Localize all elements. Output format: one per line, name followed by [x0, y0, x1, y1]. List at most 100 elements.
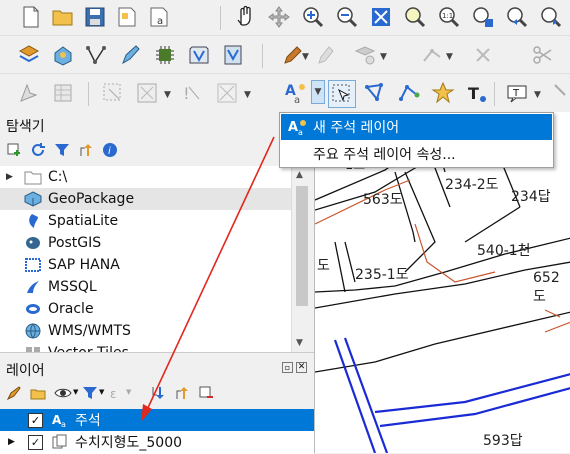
browser-item-folder[interactable]: ▶ C:\	[0, 166, 292, 188]
pan-to-selection-icon[interactable]	[266, 4, 292, 30]
checkbox[interactable]: ✓	[28, 412, 43, 428]
zoom-full-icon[interactable]	[368, 4, 394, 30]
zoom-in-icon[interactable]	[300, 4, 326, 30]
layers-toolbar: ▼ ▼ ε ▼	[0, 381, 314, 407]
zoom-to-layer-icon[interactable]: 1:1	[436, 4, 462, 30]
identify-icon[interactable]	[16, 80, 42, 106]
text-add-icon[interactable]: T	[464, 80, 490, 106]
line-annotation-icon[interactable]	[396, 80, 422, 106]
svg-text:ε: ε	[110, 387, 117, 401]
expand-arrow-icon[interactable]: ▶	[8, 437, 20, 447]
float-panel-icon[interactable]: ▫	[282, 362, 293, 373]
layer-label: 수치지형도_5000	[75, 435, 183, 451]
toolbar-separator	[494, 82, 495, 106]
scroll-up-arrow[interactable]: ▲	[296, 170, 303, 180]
browser-item-label: GeoPackage	[48, 191, 135, 207]
zoom-to-selection-icon[interactable]	[402, 4, 428, 30]
chevron-down-icon[interactable]: ▼	[99, 388, 104, 396]
scroll-thumb[interactable]	[296, 186, 308, 306]
select-by-value-icon[interactable]	[134, 80, 160, 106]
chevron-down-icon[interactable]: ▼	[446, 52, 453, 62]
browser-item-geopackage[interactable]: GeoPackage	[0, 188, 292, 210]
zoom-out-icon[interactable]	[334, 4, 360, 30]
close-icon[interactable]: ✕	[296, 362, 307, 373]
browser-item-mssql[interactable]: MSSQL	[0, 276, 292, 298]
browser-item-label: WMS/WMTS	[48, 323, 131, 339]
layer-style-icon[interactable]	[16, 42, 42, 68]
browser-item-postgis[interactable]: PostGIS	[0, 232, 292, 254]
collapse-all-icon[interactable]	[78, 142, 94, 158]
toolbar-separator	[262, 44, 263, 68]
marker-annotation-icon[interactable]	[430, 80, 456, 106]
road-line-blue	[379, 387, 570, 428]
chevron-down-icon[interactable]: ▼	[244, 90, 251, 100]
map-label: 652도	[533, 270, 560, 305]
expand-arrow-icon[interactable]: ▶	[6, 172, 20, 182]
layer-row-topo-map[interactable]: ▶ ✓ 수치지형도_5000	[0, 431, 314, 453]
browser-item-label: SAP HANA	[48, 257, 120, 273]
collapse-all-icon[interactable]	[174, 385, 190, 401]
chevron-down-icon[interactable]: ▼	[73, 388, 78, 396]
browser-item-vector-tiles[interactable]: Vector Tiles	[0, 342, 292, 352]
deselect-icon[interactable]: ǃ	[180, 80, 206, 106]
chevron-down-icon[interactable]: ▼	[534, 90, 541, 100]
digitize-icon[interactable]	[50, 42, 76, 68]
annotation-layer-icon: Aa	[287, 118, 307, 137]
expression-filter-icon[interactable]: ε	[108, 385, 124, 401]
vertex-tool-icon[interactable]	[84, 42, 110, 68]
filter-legend-icon[interactable]	[82, 385, 98, 401]
browser-item-sap-hana[interactable]: SAP HANA	[0, 254, 292, 276]
svg-text:ǃ: ǃ	[184, 84, 189, 103]
text-box-icon[interactable]: T	[504, 80, 530, 106]
polygon-annotation-icon[interactable]	[362, 80, 388, 106]
filter-icon[interactable]	[54, 142, 70, 158]
layer-row-annotation[interactable]: ✓ Aa 주석	[0, 409, 314, 431]
browser-scrollbar[interactable]: ▲ ▼	[291, 166, 314, 352]
vertex-edit-icon[interactable]	[420, 42, 446, 68]
chevron-down-icon[interactable]: ▼	[302, 52, 309, 62]
save-project-icon[interactable]	[82, 4, 108, 30]
select-features-icon[interactable]	[100, 80, 126, 106]
menu-item-main-annotation-props[interactable]: 주요 주석 레이어 속성...	[281, 141, 552, 167]
zoom-native-icon[interactable]	[470, 4, 496, 30]
browser-item-wms[interactable]: WMS/WMTS	[0, 320, 292, 342]
style-manager-icon[interactable]	[186, 42, 212, 68]
edit-pen-icon[interactable]	[118, 42, 144, 68]
layout-manager-icon[interactable]: a	[146, 4, 172, 30]
add-feature-icon[interactable]	[352, 42, 378, 68]
new-project-icon[interactable]	[18, 4, 44, 30]
open-project-icon[interactable]	[50, 4, 76, 30]
refresh-icon[interactable]	[30, 142, 46, 158]
add-selected-icon[interactable]	[6, 142, 22, 158]
layer-style-panel-icon[interactable]	[6, 385, 22, 401]
browser-item-spatialite[interactable]: SpatiaLite	[0, 210, 292, 232]
info-icon[interactable]: i	[102, 142, 118, 158]
save-edits-icon[interactable]	[312, 42, 338, 68]
chevron-down-icon[interactable]: ▼	[380, 52, 387, 62]
current-edits-icon[interactable]	[220, 42, 246, 68]
expand-all-icon[interactable]	[150, 385, 166, 401]
browser-item-oracle[interactable]: Oracle	[0, 298, 292, 320]
pan-icon[interactable]	[232, 4, 258, 30]
delete-icon[interactable]	[470, 42, 496, 68]
annotation-text-icon[interactable]: Aa	[282, 80, 308, 106]
scroll-down-arrow[interactable]: ▼	[296, 338, 303, 348]
chevron-down-icon[interactable]: ▼	[164, 90, 171, 100]
attribute-table-icon[interactable]	[50, 80, 76, 106]
chevron-down-icon[interactable]: ▼	[126, 388, 131, 396]
menu-item-new-annotation-layer[interactable]: Aa 새 주석 레이어	[281, 114, 552, 140]
remove-layer-icon[interactable]	[198, 385, 214, 401]
add-group-icon[interactable]	[30, 385, 46, 401]
zoom-next-icon[interactable]	[538, 4, 564, 30]
layers-panel: 레이어 ▫ ✕ ▼ ▼ ε ▼ ✓ A a 주석 ▶ ✓ 수치지형도_5000	[0, 352, 314, 454]
checkbox[interactable]: ✓	[28, 434, 43, 450]
annotation-select-icon[interactable]	[328, 80, 356, 108]
text-annotation-icon[interactable]	[214, 80, 240, 106]
eye-icon[interactable]	[54, 385, 72, 401]
processing-icon[interactable]	[152, 42, 178, 68]
new-print-layout-icon[interactable]	[114, 4, 140, 30]
cut-icon[interactable]	[530, 42, 556, 68]
chevron-down-icon[interactable]: ▼	[311, 80, 325, 104]
more-tools-icon[interactable]	[548, 80, 570, 106]
zoom-last-icon[interactable]	[504, 4, 530, 30]
